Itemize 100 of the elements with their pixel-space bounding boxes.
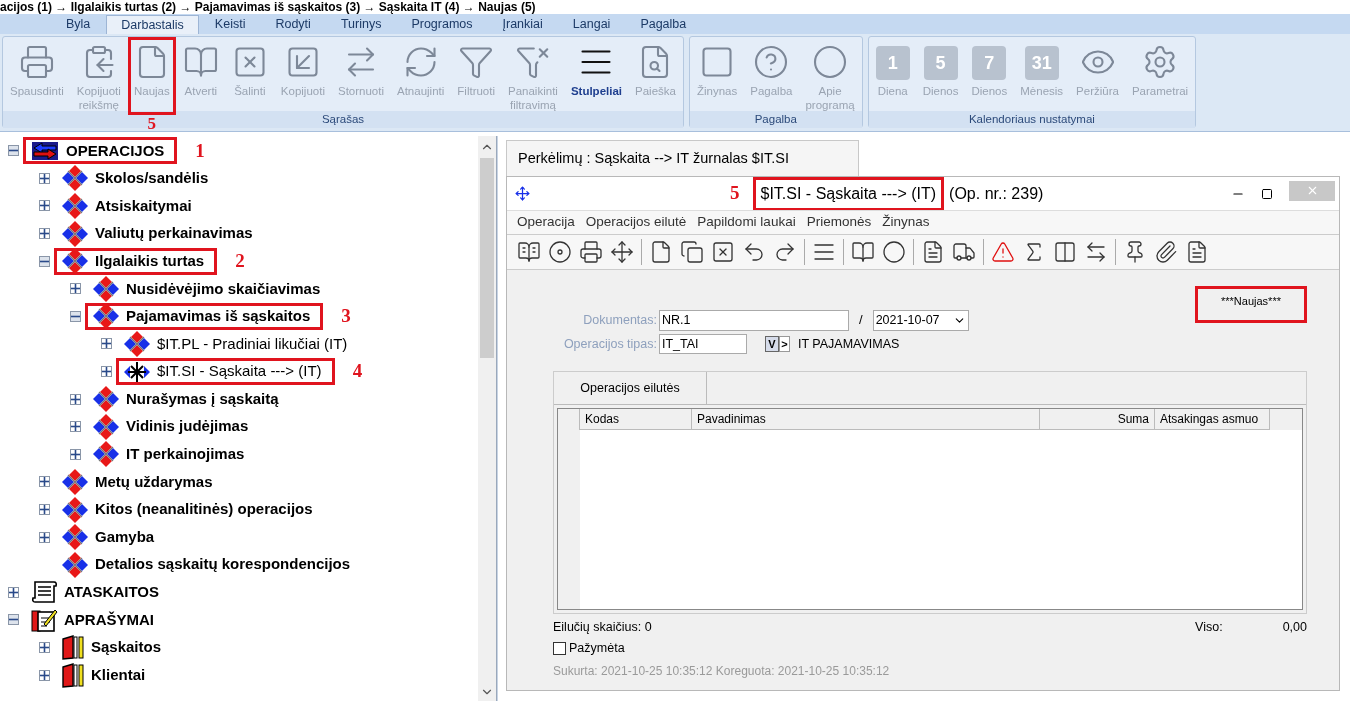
diamond-icon xyxy=(92,385,120,414)
expand-box[interactable] xyxy=(39,200,50,212)
tree-item[interactable]: Nusidėvėjimo skaičiavimas xyxy=(85,275,334,303)
menu-item[interactable]: Priemonės xyxy=(806,212,872,233)
expand-box[interactable] xyxy=(39,172,50,184)
ribbon-tab[interactable]: Turinys xyxy=(326,15,396,34)
status-label: ***Naujas*** xyxy=(1195,286,1307,323)
tree-item[interactable]: Valiutų perkainavimas xyxy=(54,220,266,248)
lookup-button[interactable]: V xyxy=(765,336,779,352)
tree-item[interactable]: Sąskaitos xyxy=(54,634,175,661)
column-header[interactable]: Atsakingas asmuo xyxy=(1155,409,1270,430)
menu-item[interactable]: Žinynas xyxy=(882,212,930,233)
diamond-icon xyxy=(123,329,151,358)
expand-box[interactable] xyxy=(39,642,50,653)
expand-box[interactable] xyxy=(70,393,81,405)
ribbon-tab[interactable]: Langai xyxy=(558,15,625,34)
tree-item[interactable]: Ilgalaikis turtas xyxy=(54,247,218,275)
filter-icon xyxy=(458,44,495,80)
tree-item[interactable]: APRAŠYMAI xyxy=(23,606,167,634)
tree-item[interactable]: Skolos/sandėlis xyxy=(54,164,222,192)
expand-box[interactable] xyxy=(39,531,50,543)
warning-icon[interactable] xyxy=(991,240,1015,264)
column-header[interactable]: Suma xyxy=(1040,409,1155,430)
expand-box[interactable] xyxy=(101,366,112,378)
expand-box[interactable] xyxy=(70,283,81,295)
input-field[interactable]: IT_TAI xyxy=(659,334,747,354)
copy-icon[interactable] xyxy=(680,240,704,264)
move-arrows-icon[interactable] xyxy=(610,240,634,264)
menu-item[interactable]: Operacijos eilutė xyxy=(585,212,687,233)
circle-icon xyxy=(812,44,849,80)
maximize-icon[interactable] xyxy=(1261,187,1273,200)
operation-number: (Op. nr.: 239) xyxy=(949,183,1044,204)
expand-box[interactable] xyxy=(8,586,19,598)
expand-box[interactable] xyxy=(101,338,112,350)
menu-item[interactable]: Operacija xyxy=(517,212,575,233)
expand-box[interactable] xyxy=(39,476,50,488)
tree-item[interactable]: Pajamavimas iš sąskaitos xyxy=(85,302,324,330)
ribbon-tab[interactable]: Darbastalis xyxy=(106,15,199,34)
tree-item[interactable]: Vidinis judėjimas xyxy=(85,413,262,441)
tree-item[interactable]: Detalios sąskaitų korespondencijos xyxy=(54,551,364,579)
expand-box[interactable] xyxy=(39,228,50,240)
tree-item[interactable]: ATASKAITOS xyxy=(23,578,172,606)
scroll-icon xyxy=(30,579,58,606)
tree-item[interactable]: $IT.SI - Sąskaita ---> (IT) xyxy=(116,358,335,386)
ribbon-tab[interactable]: Įrankiai xyxy=(488,15,557,34)
caption-text: acijos (1) → Ilgalaikis turtas (2) → Pajamavimas iš sąskaitos (3) → Sąskaita IT (4) → Naujas (5) xyxy=(0,0,536,14)
crossed-square-icon[interactable] xyxy=(711,240,735,264)
ribbon-tab[interactable]: Programos xyxy=(397,15,487,34)
book-icon[interactable] xyxy=(517,240,541,264)
tree-item[interactable]: Metų uždarymas xyxy=(54,468,226,496)
scroll-thumb[interactable] xyxy=(480,158,494,358)
ribbon-tab[interactable]: Byla xyxy=(52,15,105,34)
tree-item[interactable]: IT perkainojimas xyxy=(85,440,258,468)
diamond-icon xyxy=(61,467,89,496)
expand-box[interactable] xyxy=(39,669,50,681)
expand-box[interactable] xyxy=(70,448,81,460)
ribbon-button[interactable]: Stulpeliai xyxy=(564,37,628,115)
document-icon[interactable] xyxy=(1185,240,1209,264)
printer-icon[interactable] xyxy=(579,240,603,264)
split-columns-icon[interactable] xyxy=(1053,240,1077,264)
printer-icon xyxy=(18,44,55,80)
file-icon[interactable] xyxy=(649,240,673,264)
group-title: Pagalba xyxy=(754,112,797,127)
column-header[interactable]: Kodas xyxy=(580,409,692,430)
book-icon xyxy=(61,634,85,661)
paperclip-icon[interactable] xyxy=(1154,240,1178,264)
ribbon-tab[interactable]: Pagalba xyxy=(626,15,701,34)
document-icon[interactable] xyxy=(921,240,945,264)
book-icon[interactable] xyxy=(851,240,875,264)
collapse-box[interactable] xyxy=(39,255,50,267)
separator-text: / xyxy=(859,311,863,330)
tree-item[interactable]: Atsiskaitymai xyxy=(54,192,205,220)
tree-item[interactable]: Gamyba xyxy=(54,523,168,551)
collapse-box[interactable] xyxy=(8,614,19,626)
column-header[interactable]: Pavadinimas xyxy=(692,409,1040,430)
total-value: 0,00 xyxy=(1282,619,1307,636)
collapse-box[interactable] xyxy=(70,310,81,322)
tree-item[interactable]: Kitos (neanalitinės) operacijos xyxy=(54,496,326,523)
ribbon-tab[interactable]: Rodyti xyxy=(261,15,325,34)
truck-icon[interactable] xyxy=(952,240,976,264)
expand-box[interactable] xyxy=(39,504,50,515)
type-name: IT PAJAMAVIMAS xyxy=(798,335,900,353)
collapse-box[interactable] xyxy=(8,145,19,157)
scrollbar[interactable] xyxy=(478,136,496,701)
input-field[interactable]: NR.1 xyxy=(659,309,849,331)
tree-item[interactable]: Klientai xyxy=(54,661,159,689)
grid-tab[interactable]: Operacijos eilutės xyxy=(554,372,707,404)
tree-item[interactable]: $IT.PL - Pradiniai likučiai (IT) xyxy=(116,330,361,358)
date-field[interactable]: 2021-10-07 xyxy=(872,309,969,331)
tree-item[interactable]: Nurašymas į sąskaitą xyxy=(85,385,292,413)
ribbon-tab[interactable]: Keisti xyxy=(200,15,260,34)
disc-icon[interactable] xyxy=(548,240,572,264)
next-button[interactable]: > xyxy=(779,336,790,352)
diamond-icon xyxy=(61,164,89,193)
menu-item[interactable]: Papildomi laukai xyxy=(697,212,796,233)
tree-item[interactable]: OPERACIJOS xyxy=(23,137,178,165)
calendar-icon: 7 xyxy=(972,46,1007,80)
expand-box[interactable] xyxy=(70,421,81,433)
document-tab[interactable]: Perkėlimų : Sąskaita --> IT žurnalas $IT.SI xyxy=(506,140,859,176)
checkbox[interactable] xyxy=(553,641,566,655)
